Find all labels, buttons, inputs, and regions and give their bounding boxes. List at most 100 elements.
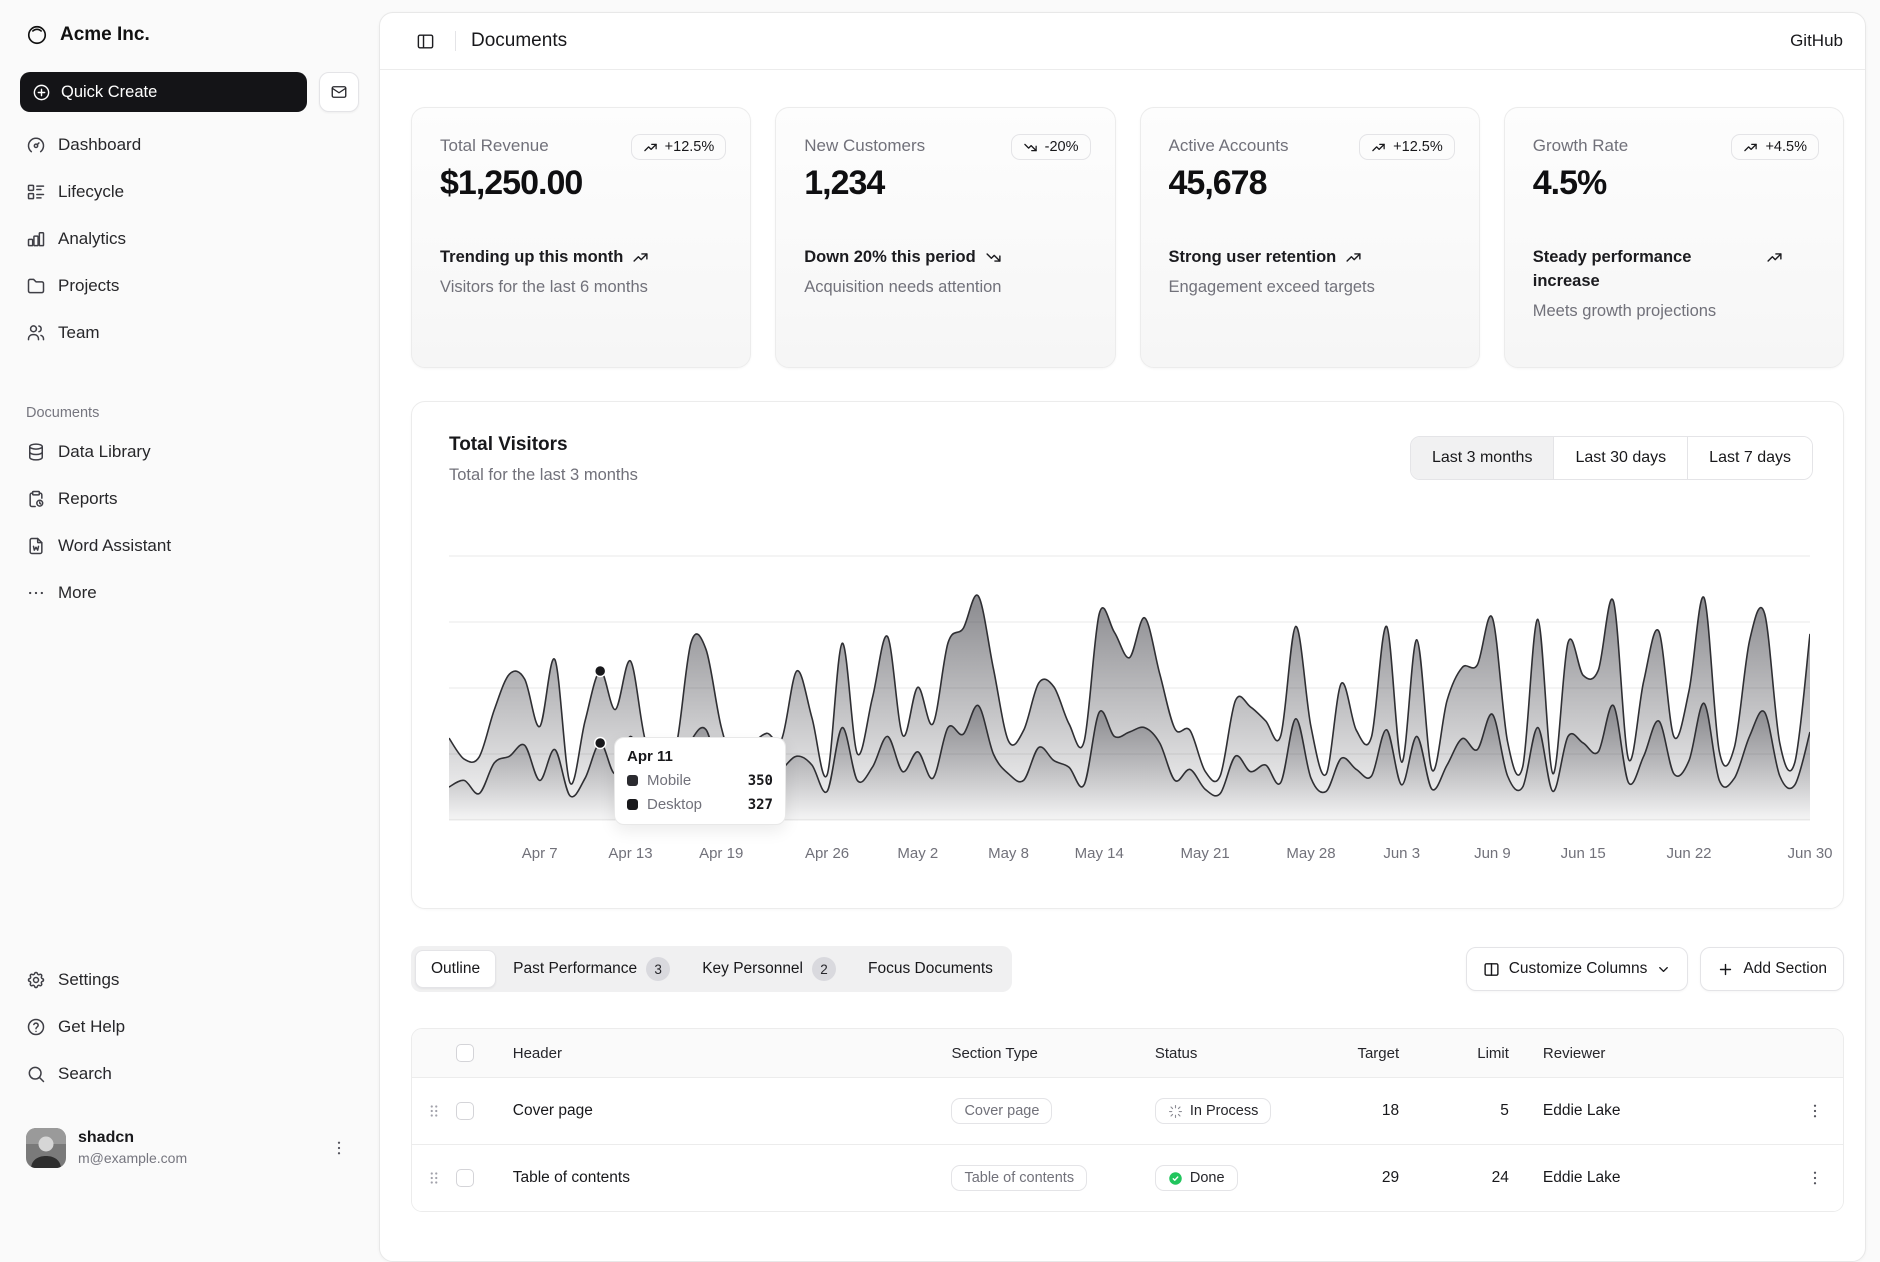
table-row[interactable]: Cover page Cover page In Process 18 5 Ed… (412, 1077, 1843, 1144)
sidebar-toggle-button[interactable] (410, 26, 440, 56)
sidebar-item-get-help[interactable]: Get Help (16, 1006, 363, 1048)
target-value[interactable]: 29 (1329, 1169, 1429, 1187)
x-axis-tick: Jun 3 (1383, 845, 1420, 862)
sidebar-item-analytics[interactable]: Analytics (16, 218, 363, 260)
col-target: Target (1329, 1045, 1429, 1062)
tab-past-performance[interactable]: Past Performance 3 (498, 950, 685, 988)
col-header: Header (500, 1045, 952, 1062)
drag-handle-icon[interactable] (412, 1169, 456, 1187)
drag-handle-icon[interactable] (412, 1102, 456, 1120)
desktop-series-swatch (627, 799, 638, 810)
sidebar-item-team[interactable]: Team (16, 312, 363, 354)
customize-columns-button[interactable]: Customize Columns (1466, 947, 1689, 991)
range-last-7-days[interactable]: Last 7 days (1687, 437, 1812, 479)
table-row[interactable]: Table of contents Table of contents Done… (412, 1144, 1843, 1211)
main-panel: Documents GitHub Total Revenue +12.5% $1… (379, 12, 1866, 1262)
mobile-series-swatch (627, 775, 638, 786)
chart-title: Total Visitors (449, 434, 568, 456)
row-checkbox[interactable] (456, 1102, 474, 1120)
github-link[interactable]: GitHub (1790, 31, 1843, 51)
limit-value[interactable]: 5 (1429, 1102, 1539, 1120)
range-last-30-days[interactable]: Last 30 days (1553, 437, 1687, 479)
select-all-checkbox[interactable] (456, 1044, 474, 1062)
col-section-type: Section Type (951, 1045, 1154, 1062)
status-badge: Done (1155, 1165, 1238, 1191)
sidebar-item-projects[interactable]: Projects (16, 265, 363, 307)
sidebar-item-dashboard[interactable]: Dashboard (16, 124, 363, 166)
user-name: shadcn (78, 1128, 187, 1148)
x-axis-tick: Jun 15 (1561, 845, 1606, 862)
user-kebab-icon[interactable] (325, 1134, 353, 1162)
sidebar-item-word-assistant[interactable]: Word Assistant (16, 525, 363, 567)
sidebar-item-lifecycle[interactable]: Lifecycle (16, 171, 363, 213)
reviewer-value[interactable]: Eddie Lake (1539, 1102, 1787, 1120)
kebab-icon (1806, 1169, 1824, 1187)
gear-icon (26, 970, 46, 990)
section-type-badge: Table of contents (951, 1165, 1087, 1191)
quick-create-label: Quick Create (61, 83, 157, 102)
tab-focus-documents[interactable]: Focus Documents (853, 950, 1008, 988)
sidebar-item-search[interactable]: Search (16, 1053, 363, 1095)
inbox-button[interactable] (319, 72, 359, 112)
sidebar-item-more[interactable]: More (16, 572, 363, 614)
row-menu-button[interactable] (1800, 1096, 1830, 1126)
stat-value: 4.5% (1533, 164, 1817, 203)
trend-badge: -20% (1011, 134, 1091, 160)
limit-value[interactable]: 24 (1429, 1169, 1539, 1187)
trending-down-icon (985, 249, 1002, 266)
sidebar: Acme Inc. Quick Create Dashboard Lifecyc… (0, 0, 379, 1175)
topbar: Documents GitHub (380, 13, 1865, 70)
add-section-button[interactable]: Add Section (1700, 947, 1844, 991)
plus-icon (1717, 961, 1734, 978)
tooltip-date: Apr 11 (627, 748, 773, 765)
page-title: Documents (471, 30, 567, 52)
report-icon (26, 489, 46, 509)
sections-bar: Outline Past Performance 3 Key Personnel… (411, 946, 1844, 992)
target-value[interactable]: 18 (1329, 1102, 1429, 1120)
row-checkbox[interactable] (456, 1169, 474, 1187)
table-header-row: Header Section Type Status Target Limit … (412, 1029, 1843, 1077)
stat-card-active-accounts: Active Accounts +12.5% 45,678 Strong use… (1140, 107, 1480, 368)
active-dot (595, 666, 606, 677)
status-badge: In Process (1155, 1098, 1272, 1124)
chart-tooltip: Apr 11 Mobile 350 Desktop 327 (614, 737, 786, 825)
chart-subtitle: Total for the last 3 months (449, 466, 638, 485)
x-axis-tick: May 21 (1181, 845, 1230, 862)
sidebar-item-data-library[interactable]: Data Library (16, 431, 363, 473)
search-icon (26, 1064, 46, 1084)
avatar (26, 1128, 66, 1168)
user-menu[interactable]: shadcn m@example.com (16, 1113, 363, 1175)
circle-plus-icon (32, 83, 51, 102)
tab-count-badge: 3 (646, 957, 670, 981)
trending-up-icon (643, 140, 658, 155)
logo-icon (26, 24, 48, 46)
ellipsis-icon (26, 583, 46, 603)
x-axis-tick: May 28 (1286, 845, 1335, 862)
stat-card-growth-rate: Growth Rate +4.5% 4.5% Steady performanc… (1504, 107, 1844, 368)
range-toggle-group: Last 3 months Last 30 days Last 7 days (1410, 436, 1813, 480)
tab-key-personnel[interactable]: Key Personnel 2 (687, 950, 851, 988)
divider (455, 31, 456, 51)
row-header[interactable]: Table of contents (500, 1169, 952, 1187)
sidebar-item-settings[interactable]: Settings (16, 959, 363, 1001)
user-email: m@example.com (78, 1148, 187, 1168)
lifecycle-icon (26, 182, 46, 202)
active-dot (595, 738, 606, 749)
x-axis-tick: May 14 (1075, 845, 1124, 862)
x-axis-tick: Apr 26 (805, 845, 849, 862)
reviewer-value[interactable]: Eddie Lake (1539, 1169, 1787, 1187)
tab-outline[interactable]: Outline (415, 950, 496, 988)
row-menu-button[interactable] (1800, 1163, 1830, 1193)
tooltip-row-mobile: Mobile 350 (627, 772, 773, 789)
brand[interactable]: Acme Inc. (0, 0, 379, 46)
x-axis-tick: Apr 19 (699, 845, 743, 862)
row-header[interactable]: Cover page (500, 1102, 952, 1120)
quick-create-button[interactable]: Quick Create (20, 72, 307, 112)
x-axis-tick: May 2 (897, 845, 938, 862)
mail-icon (330, 83, 348, 101)
x-axis-tick: May 8 (988, 845, 1029, 862)
stat-card-total-revenue: Total Revenue +12.5% $1,250.00 Trending … (411, 107, 751, 368)
range-last-3-months[interactable]: Last 3 months (1411, 437, 1554, 479)
sidebar-item-reports[interactable]: Reports (16, 478, 363, 520)
kebab-icon (1806, 1102, 1824, 1120)
